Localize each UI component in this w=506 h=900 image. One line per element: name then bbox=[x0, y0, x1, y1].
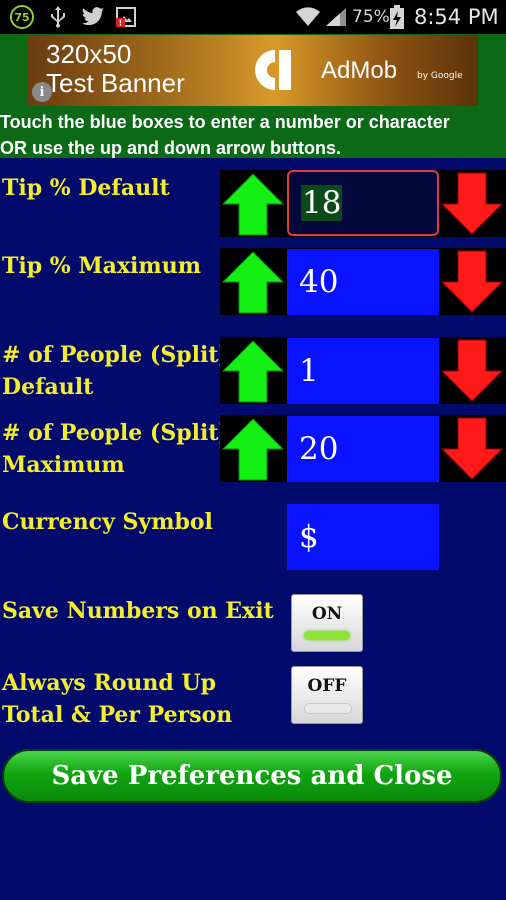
tip-default-label: Tip % Default bbox=[2, 175, 170, 201]
up-arrow-icon bbox=[221, 251, 285, 314]
people-maximum-input[interactable]: 20 bbox=[287, 416, 439, 482]
ad-banner[interactable]: 320x50 Test Banner AdMob by Google i bbox=[28, 35, 478, 106]
save-preferences-label: Save Preferences and Close bbox=[51, 761, 453, 791]
wifi-icon bbox=[294, 5, 322, 29]
tip-maximum-label: Tip % Maximum bbox=[2, 253, 201, 279]
admob-byline: by Google bbox=[417, 71, 463, 81]
save-on-exit-label: Save Numbers on Exit bbox=[2, 598, 274, 624]
down-arrow-icon bbox=[440, 417, 504, 480]
currency-input[interactable]: $ bbox=[287, 504, 439, 570]
up-arrow-icon bbox=[221, 173, 285, 236]
usb-icon bbox=[48, 5, 68, 29]
up-arrow-icon bbox=[221, 340, 285, 403]
tip-maximum-value: 40 bbox=[299, 264, 339, 300]
tip-default-value: 18 bbox=[301, 185, 343, 221]
save-on-exit-toggle[interactable]: ON bbox=[291, 594, 363, 652]
people-maximum-up-button[interactable] bbox=[221, 417, 285, 481]
tip-maximum-input[interactable]: 40 bbox=[287, 249, 439, 315]
tip-default-input[interactable]: 18 bbox=[287, 170, 439, 236]
save-on-exit-state: ON bbox=[311, 604, 343, 624]
people-default-input[interactable]: 1 bbox=[287, 338, 439, 404]
up-arrow-icon bbox=[221, 418, 285, 481]
save-preferences-button[interactable]: Save Preferences and Close bbox=[2, 749, 502, 803]
tip-maximum-down-button[interactable] bbox=[440, 250, 504, 314]
round-up-toggle[interactable]: OFF bbox=[291, 666, 363, 724]
ad-banner-text: 320x50 Test Banner bbox=[46, 39, 185, 98]
instructions-text: Touch the blue boxes to enter a number o… bbox=[0, 112, 450, 158]
image-error-icon: ! bbox=[114, 5, 138, 29]
round-up-state: OFF bbox=[307, 676, 347, 696]
down-arrow-icon bbox=[440, 172, 504, 235]
people-default-value: 1 bbox=[299, 353, 319, 389]
people-maximum-value: 20 bbox=[299, 431, 339, 467]
ad-info-icon[interactable]: i bbox=[32, 82, 52, 102]
people-default-down-button[interactable] bbox=[440, 339, 504, 403]
round-up-label: Always Round Up Total & Per Person bbox=[2, 670, 233, 728]
currency-value: $ bbox=[299, 519, 319, 555]
clock: 8:54 PM bbox=[414, 5, 499, 29]
tip-default-up-button[interactable] bbox=[221, 172, 285, 236]
battery-percent: 75% bbox=[352, 7, 390, 27]
admob-logo-icon bbox=[255, 48, 295, 92]
people-maximum-label: # of People (Split) Maximum bbox=[2, 420, 229, 478]
signal-icon bbox=[324, 5, 348, 29]
down-arrow-icon bbox=[440, 250, 504, 313]
tip-default-down-button[interactable] bbox=[440, 172, 504, 236]
notification-badge-icon: 75 bbox=[10, 5, 34, 29]
toggle-indicator-on bbox=[304, 631, 350, 640]
people-default-label: # of People (Split) Default bbox=[2, 342, 229, 400]
tip-maximum-up-button[interactable] bbox=[221, 250, 285, 314]
admob-brand: AdMob bbox=[321, 57, 398, 84]
twitter-icon bbox=[80, 5, 106, 29]
people-maximum-down-button[interactable] bbox=[440, 417, 504, 481]
battery-charging-icon bbox=[388, 5, 406, 29]
toggle-indicator-off bbox=[304, 703, 352, 714]
people-default-up-button[interactable] bbox=[221, 339, 285, 403]
currency-label: Currency Symbol bbox=[2, 509, 213, 535]
down-arrow-icon bbox=[440, 339, 504, 402]
svg-text:!: ! bbox=[119, 19, 123, 28]
